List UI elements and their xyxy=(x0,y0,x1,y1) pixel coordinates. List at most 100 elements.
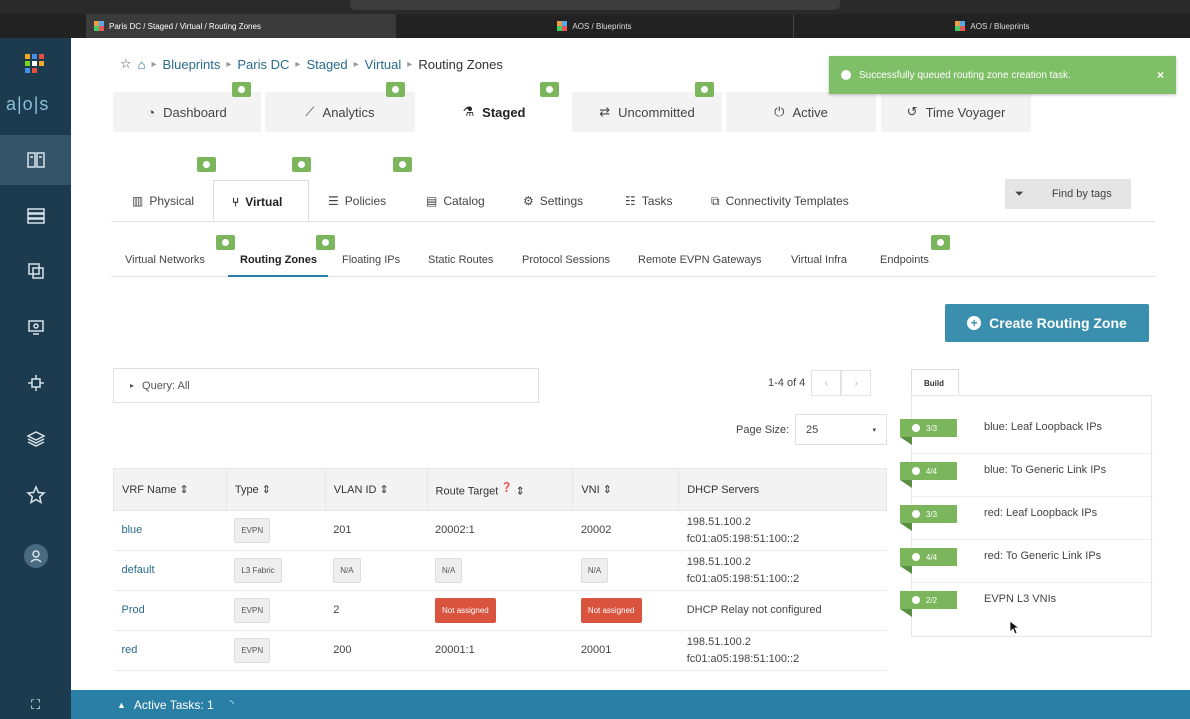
page-size-select[interactable]: 25 ▾ xyxy=(795,414,887,445)
aos-logo-text: a|o|s xyxy=(6,94,50,114)
home-icon[interactable]: ⌂ xyxy=(138,57,146,72)
vrf-name-link[interactable]: blue xyxy=(113,510,227,551)
subtab-connectivity-templates[interactable]: ⧉ Connectivity Templates xyxy=(703,180,883,222)
tab-routing-zones[interactable]: Routing Zones xyxy=(240,254,317,274)
check-circle-icon xyxy=(912,424,920,432)
tab-uncommitted[interactable]: ⇄ Uncommitted xyxy=(572,92,722,132)
build-item[interactable]: 4/4 red: To Generic Link IPs xyxy=(900,540,1153,583)
build-count-pill: 4/4 xyxy=(900,548,957,574)
dhcp-ipv6: fc01:a05:198:51:100::2 xyxy=(686,532,800,545)
browser-tab-blueprints-2[interactable]: AOS / Blueprints xyxy=(795,14,1190,38)
devices-nav-icon[interactable] xyxy=(0,191,71,241)
expand-sidebar-icon[interactable]: ⛶ xyxy=(0,690,71,719)
favorite-star-icon[interactable]: ☆ xyxy=(120,56,132,72)
address-bar[interactable] xyxy=(350,0,840,10)
build-item[interactable]: 2/2 EVPN L3 VNIs xyxy=(900,583,1153,626)
col-route-target[interactable]: Route Target ❓ ⇕ xyxy=(426,468,574,511)
build-item[interactable]: 4/4 blue: To Generic Link IPs xyxy=(900,454,1153,497)
tab-analytics[interactable]: ⟋ Analytics xyxy=(265,92,415,132)
vlan-id-cell: 2 xyxy=(325,590,428,631)
tab-virtual-infra[interactable]: Virtual Infra xyxy=(791,254,847,274)
vni-cell: 20001 xyxy=(572,630,679,671)
build-item[interactable]: 3/3 blue: Leaf Loopback IPs xyxy=(900,411,1153,454)
sort-icon[interactable]: ⇕ xyxy=(516,485,525,497)
breadcrumb-staged[interactable]: Staged xyxy=(306,57,347,72)
policies-icon: ☰ xyxy=(328,194,339,208)
breadcrumb-virtual[interactable]: Virtual xyxy=(365,57,402,72)
col-vni[interactable]: VNI ⇕ xyxy=(572,468,680,511)
subtab-tasks[interactable]: ☷ Tasks xyxy=(617,180,697,222)
status-check-icon xyxy=(695,82,714,97)
route-target-cell: 20002:1 xyxy=(427,510,573,551)
build-item-label: blue: To Generic Link IPs xyxy=(984,464,1107,476)
tab-remote-evpn-gateways[interactable]: Remote EVPN Gateways xyxy=(638,254,762,274)
breadcrumb: ☆ ⌂ ▸ Blueprints ▸ Paris DC ▸ Staged ▸ V… xyxy=(120,56,503,72)
design-nav-icon[interactable] xyxy=(0,246,71,296)
tab-floating-ips[interactable]: Floating IPs xyxy=(342,254,400,274)
subtab-catalog[interactable]: ▤ Catalog xyxy=(418,180,508,222)
caret-down-icon: ▾ xyxy=(872,426,876,434)
tab-endpoints[interactable]: Endpoints xyxy=(880,254,929,274)
col-vrf-name[interactable]: VRF Name ⇕ xyxy=(113,468,227,511)
build-item-label: blue: Leaf Loopback IPs xyxy=(984,421,1103,433)
tab-staged[interactable]: ⚗ Staged xyxy=(421,92,567,132)
favorites-star-icon[interactable] xyxy=(0,470,71,520)
rt-na-tag: N/A xyxy=(435,558,463,583)
tab-time-voyager[interactable]: ↺ Time Voyager xyxy=(881,92,1031,132)
browser-tab-title: AOS / Blueprints xyxy=(572,21,632,31)
toast-message: Successfully queued routing zone creatio… xyxy=(859,69,1071,81)
close-icon[interactable]: × xyxy=(1157,68,1164,82)
tab-active[interactable]: ⏻ Active xyxy=(726,92,876,132)
tab-label: Time Voyager xyxy=(925,104,1006,120)
tab-virtual-networks[interactable]: Virtual Networks xyxy=(125,254,205,274)
build-tab[interactable]: Build xyxy=(911,369,959,396)
build-item[interactable]: 3/3 red: Leaf Loopback IPs xyxy=(900,497,1153,540)
tab-label: Staged xyxy=(482,104,526,120)
route-target-cell: 20001:1 xyxy=(427,630,573,671)
caret-right-icon: ▸ xyxy=(130,381,135,390)
type-tag: EVPN xyxy=(234,518,271,543)
col-vlan-id[interactable]: VLAN ID ⇕ xyxy=(324,468,428,511)
breadcrumb-current: Routing Zones xyxy=(418,56,503,72)
create-routing-zone-button[interactable]: + Create Routing Zone xyxy=(945,304,1149,342)
type-tag: EVPN xyxy=(234,638,271,663)
vrf-name-link[interactable]: default xyxy=(113,550,227,591)
breadcrumb-blueprints[interactable]: Blueprints xyxy=(163,57,221,72)
query-filter[interactable]: ▸ Query: All xyxy=(113,368,539,403)
status-check-icon xyxy=(540,82,559,97)
active-tasks-bar[interactable]: ▲ Active Tasks: 1 ◝ xyxy=(71,690,1190,719)
vrf-name-link[interactable]: Prod xyxy=(113,590,227,631)
find-by-tags-button[interactable]: ⏷ Find by tags xyxy=(1005,179,1131,209)
help-icon[interactable]: ❓ xyxy=(501,482,512,492)
build-item-label: red: Leaf Loopback IPs xyxy=(984,507,1098,519)
user-avatar-icon[interactable] xyxy=(0,531,71,581)
tab-protocol-sessions[interactable]: Protocol Sessions xyxy=(522,254,610,274)
resources-nav-icon[interactable] xyxy=(0,302,71,352)
col-type[interactable]: Type ⇕ xyxy=(225,468,326,511)
build-count-pill: 3/3 xyxy=(900,505,957,531)
layers-nav-icon[interactable] xyxy=(0,414,71,464)
subtab-policies[interactable]: ☰ Policies xyxy=(316,180,408,222)
subtab-label: Connectivity Templates xyxy=(725,194,849,208)
gears-icon: ⚙ xyxy=(523,194,534,208)
subtab-virtual[interactable]: ⑂ Virtual xyxy=(213,180,309,222)
next-page-icon[interactable]: › xyxy=(841,370,872,396)
flask-icon: ⚗ xyxy=(462,104,475,119)
blueprints-nav-icon[interactable] xyxy=(0,135,71,185)
tab-dashboard[interactable]: ◔ Dashboard xyxy=(113,92,261,132)
browser-tab-title: AOS / Blueprints xyxy=(970,21,1030,31)
browser-tab-routing-zones[interactable]: Paris DC / Staged / Virtual / Routing Zo… xyxy=(86,14,396,38)
subtab-physical[interactable]: ▥ Physical xyxy=(122,180,212,222)
active-tasks-label: Active Tasks: 1 xyxy=(133,697,214,712)
prev-page-icon[interactable]: ‹ xyxy=(811,370,842,396)
check-circle-icon xyxy=(912,510,920,518)
breadcrumb-paris-dc[interactable]: Paris DC xyxy=(237,57,289,72)
subtab-settings[interactable]: ⚙ Settings xyxy=(515,180,605,222)
vrf-name-link[interactable]: red xyxy=(113,630,227,671)
status-check-icon xyxy=(393,157,412,172)
external-systems-nav-icon[interactable] xyxy=(0,358,71,408)
pagination: 1-4 of 4 ‹ › xyxy=(768,370,872,396)
browser-tab-blueprints-1[interactable]: AOS / Blueprints xyxy=(396,14,794,38)
build-item-label: EVPN L3 VNIs xyxy=(984,593,1057,605)
tab-static-routes[interactable]: Static Routes xyxy=(428,254,493,274)
